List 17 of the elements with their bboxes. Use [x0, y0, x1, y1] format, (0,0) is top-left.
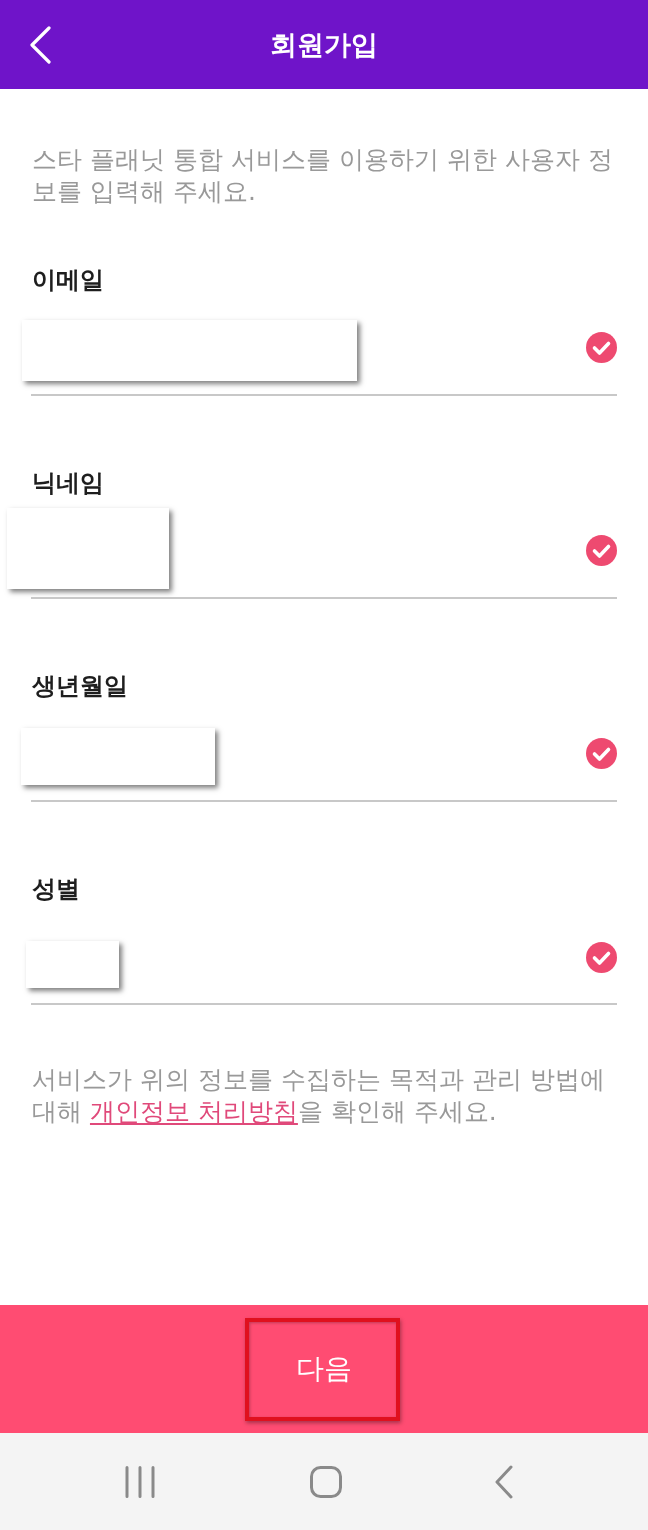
next-button[interactable]: 다음	[0, 1305, 648, 1433]
screen-title: 회원가입	[269, 27, 379, 62]
field-label: 이메일	[32, 265, 105, 296]
recent-apps-icon[interactable]	[124, 1465, 156, 1498]
back-button[interactable]	[28, 24, 52, 65]
home-icon[interactable]	[309, 1465, 342, 1498]
input-field[interactable]	[21, 728, 617, 802]
intro-text: 스타 플래닛 통합 서비스를 이용하기 위한 사용자 정보를 입력해 주세요.	[32, 144, 614, 208]
privacy-notice: 서비스가 위의 정보를 수집하는 목적과 관리 방법에 대해 개인정보 처리방침 을 확인해 주세요.	[32, 1064, 606, 1128]
privacy-policy-link[interactable]: 개인정보 처리방침	[89, 1097, 298, 1126]
input-field[interactable]	[22, 320, 617, 396]
field-label: 성별	[32, 874, 81, 905]
field-label: 생년월일	[32, 671, 129, 702]
back-icon	[29, 25, 51, 64]
input-field[interactable]	[7, 508, 617, 599]
field-label: 닉네임	[32, 468, 105, 499]
back-icon[interactable]	[495, 1464, 513, 1499]
